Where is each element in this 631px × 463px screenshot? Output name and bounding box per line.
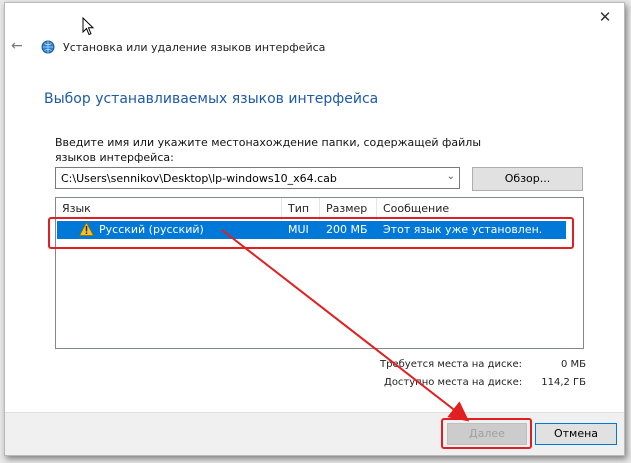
instruction-text: Введите имя или укажите местонахождение …	[55, 136, 482, 164]
mouse-cursor-icon	[82, 17, 95, 36]
disk-available-value: 114,2 ГБ	[541, 377, 586, 388]
path-input-value: C:\Users\sennikov\Desktop\lp-windows10_x…	[61, 172, 337, 185]
cancel-button[interactable]: Отмена	[535, 423, 617, 445]
page-heading: Выбор устанавливаемых языков интерфейса	[44, 91, 379, 107]
language-globe-icon	[41, 40, 55, 54]
chevron-down-icon[interactable]: ⌄	[447, 171, 455, 182]
browse-button[interactable]: Обзор...	[472, 167, 583, 191]
dialog-window: ✕ ← Установка или удаление языков интерф…	[4, 2, 625, 456]
back-arrow-icon[interactable]: ←	[11, 38, 23, 54]
path-input[interactable]: C:\Users\sennikov\Desktop\lp-windows10_x…	[55, 167, 460, 189]
annotation-highlight-row	[48, 217, 574, 249]
disk-required-label: Требуется места на диске:	[380, 359, 523, 370]
dialog-footer: Далее Отмена	[5, 412, 624, 455]
close-icon[interactable]: ✕	[594, 7, 616, 27]
annotation-highlight-next	[441, 418, 532, 449]
disk-available-label: Доступно места на диске:	[384, 377, 523, 388]
disk-required-value: 0 МБ	[560, 359, 586, 370]
nav-title: Установка или удаление языков интерфейса	[63, 41, 326, 54]
